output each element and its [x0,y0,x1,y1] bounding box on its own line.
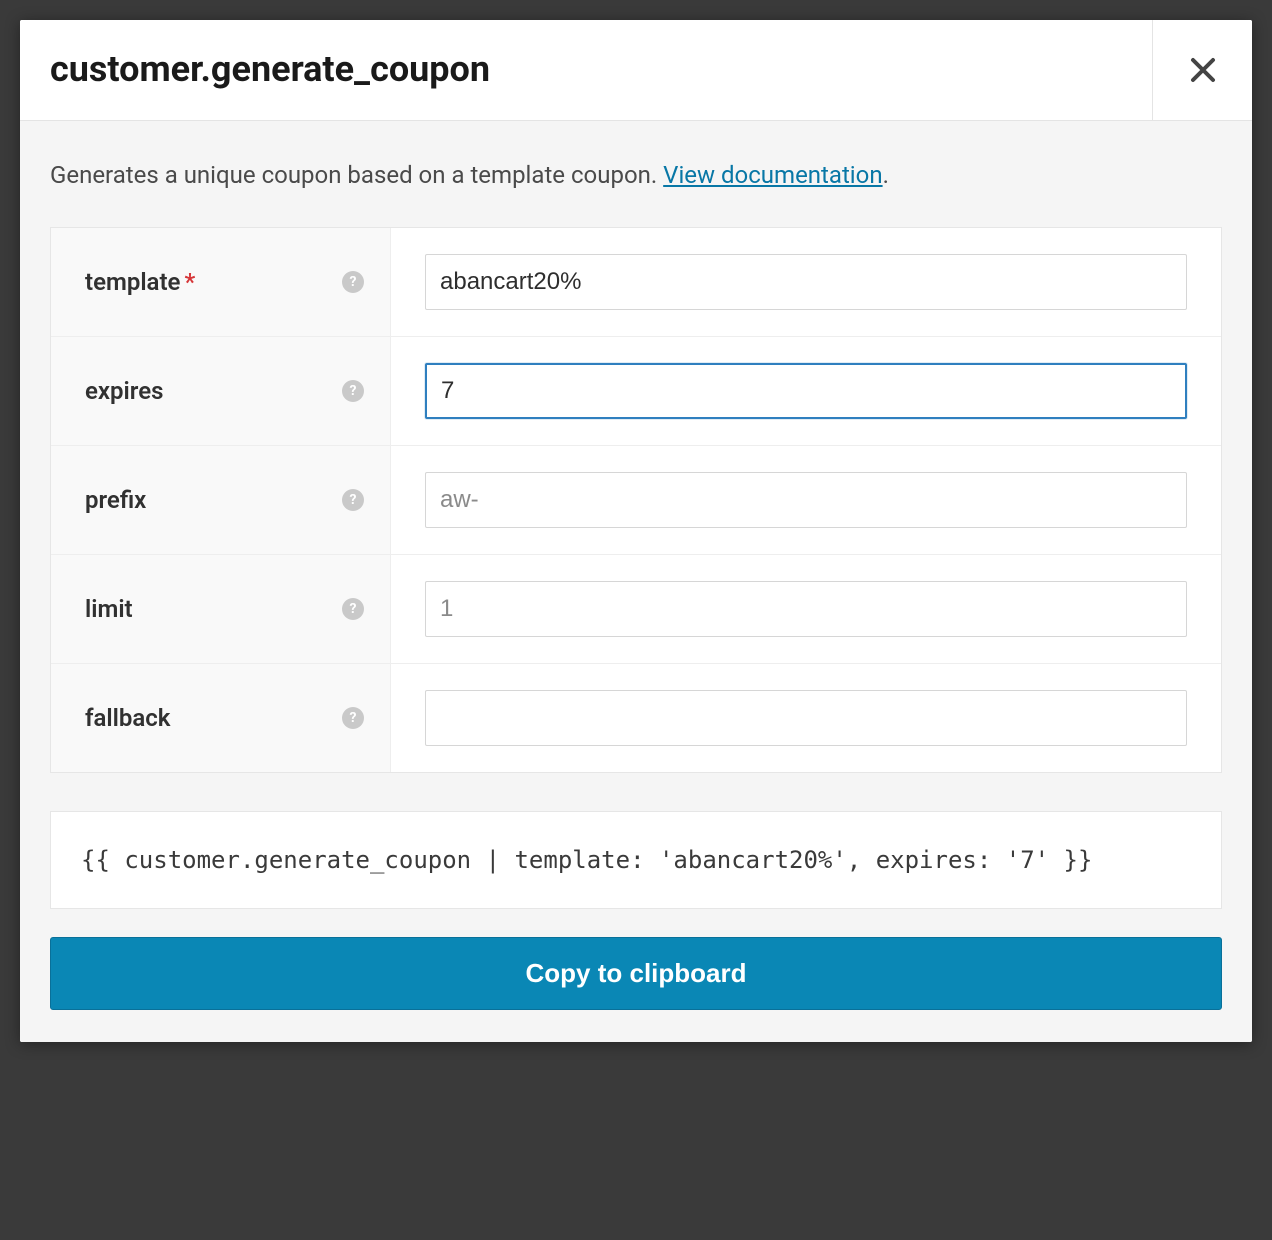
input-cell [391,337,1221,445]
limit-input[interactable] [425,581,1187,637]
field-label: fallback [85,704,170,732]
label-cell: fallback ? [51,664,391,772]
label-cell: limit ? [51,555,391,663]
close-icon [1188,55,1218,85]
field-row-limit: limit ? [51,555,1221,664]
template-input[interactable] [425,254,1187,310]
description-trailing: . [883,161,889,189]
field-row-template: template* ? [51,228,1221,337]
input-cell [391,664,1221,772]
expires-input[interactable] [425,363,1187,419]
close-button[interactable] [1152,20,1252,120]
form-table: template* ? expires ? prefix [50,227,1222,773]
input-cell [391,228,1221,336]
label-cell: template* ? [51,228,391,336]
modal-dialog: customer.generate_coupon Generates a uni… [20,20,1252,1042]
copy-to-clipboard-button[interactable]: Copy to clipboard [50,937,1222,1010]
view-documentation-link[interactable]: View documentation [663,161,882,189]
help-icon[interactable]: ? [342,489,364,511]
modal-header: customer.generate_coupon [20,20,1252,121]
input-cell [391,555,1221,663]
modal-description: Generates a unique coupon based on a tem… [50,159,1222,191]
field-label: template* [85,268,195,296]
field-row-prefix: prefix ? [51,446,1221,555]
label-cell: expires ? [51,337,391,445]
fallback-input[interactable] [425,690,1187,746]
input-cell [391,446,1221,554]
description-text: Generates a unique coupon based on a tem… [50,161,663,189]
help-icon[interactable]: ? [342,271,364,293]
field-label: prefix [85,486,146,514]
help-icon[interactable]: ? [342,598,364,620]
field-label: limit [85,595,133,623]
required-marker: * [184,268,195,296]
prefix-input[interactable] [425,472,1187,528]
field-row-fallback: fallback ? [51,664,1221,772]
help-icon[interactable]: ? [342,707,364,729]
field-label: expires [85,377,163,405]
label-cell: prefix ? [51,446,391,554]
code-preview: {{ customer.generate_coupon | template: … [50,811,1222,909]
modal-title: customer.generate_coupon [20,20,1152,120]
modal-body: Generates a unique coupon based on a tem… [20,121,1252,1042]
field-row-expires: expires ? [51,337,1221,446]
help-icon[interactable]: ? [342,380,364,402]
